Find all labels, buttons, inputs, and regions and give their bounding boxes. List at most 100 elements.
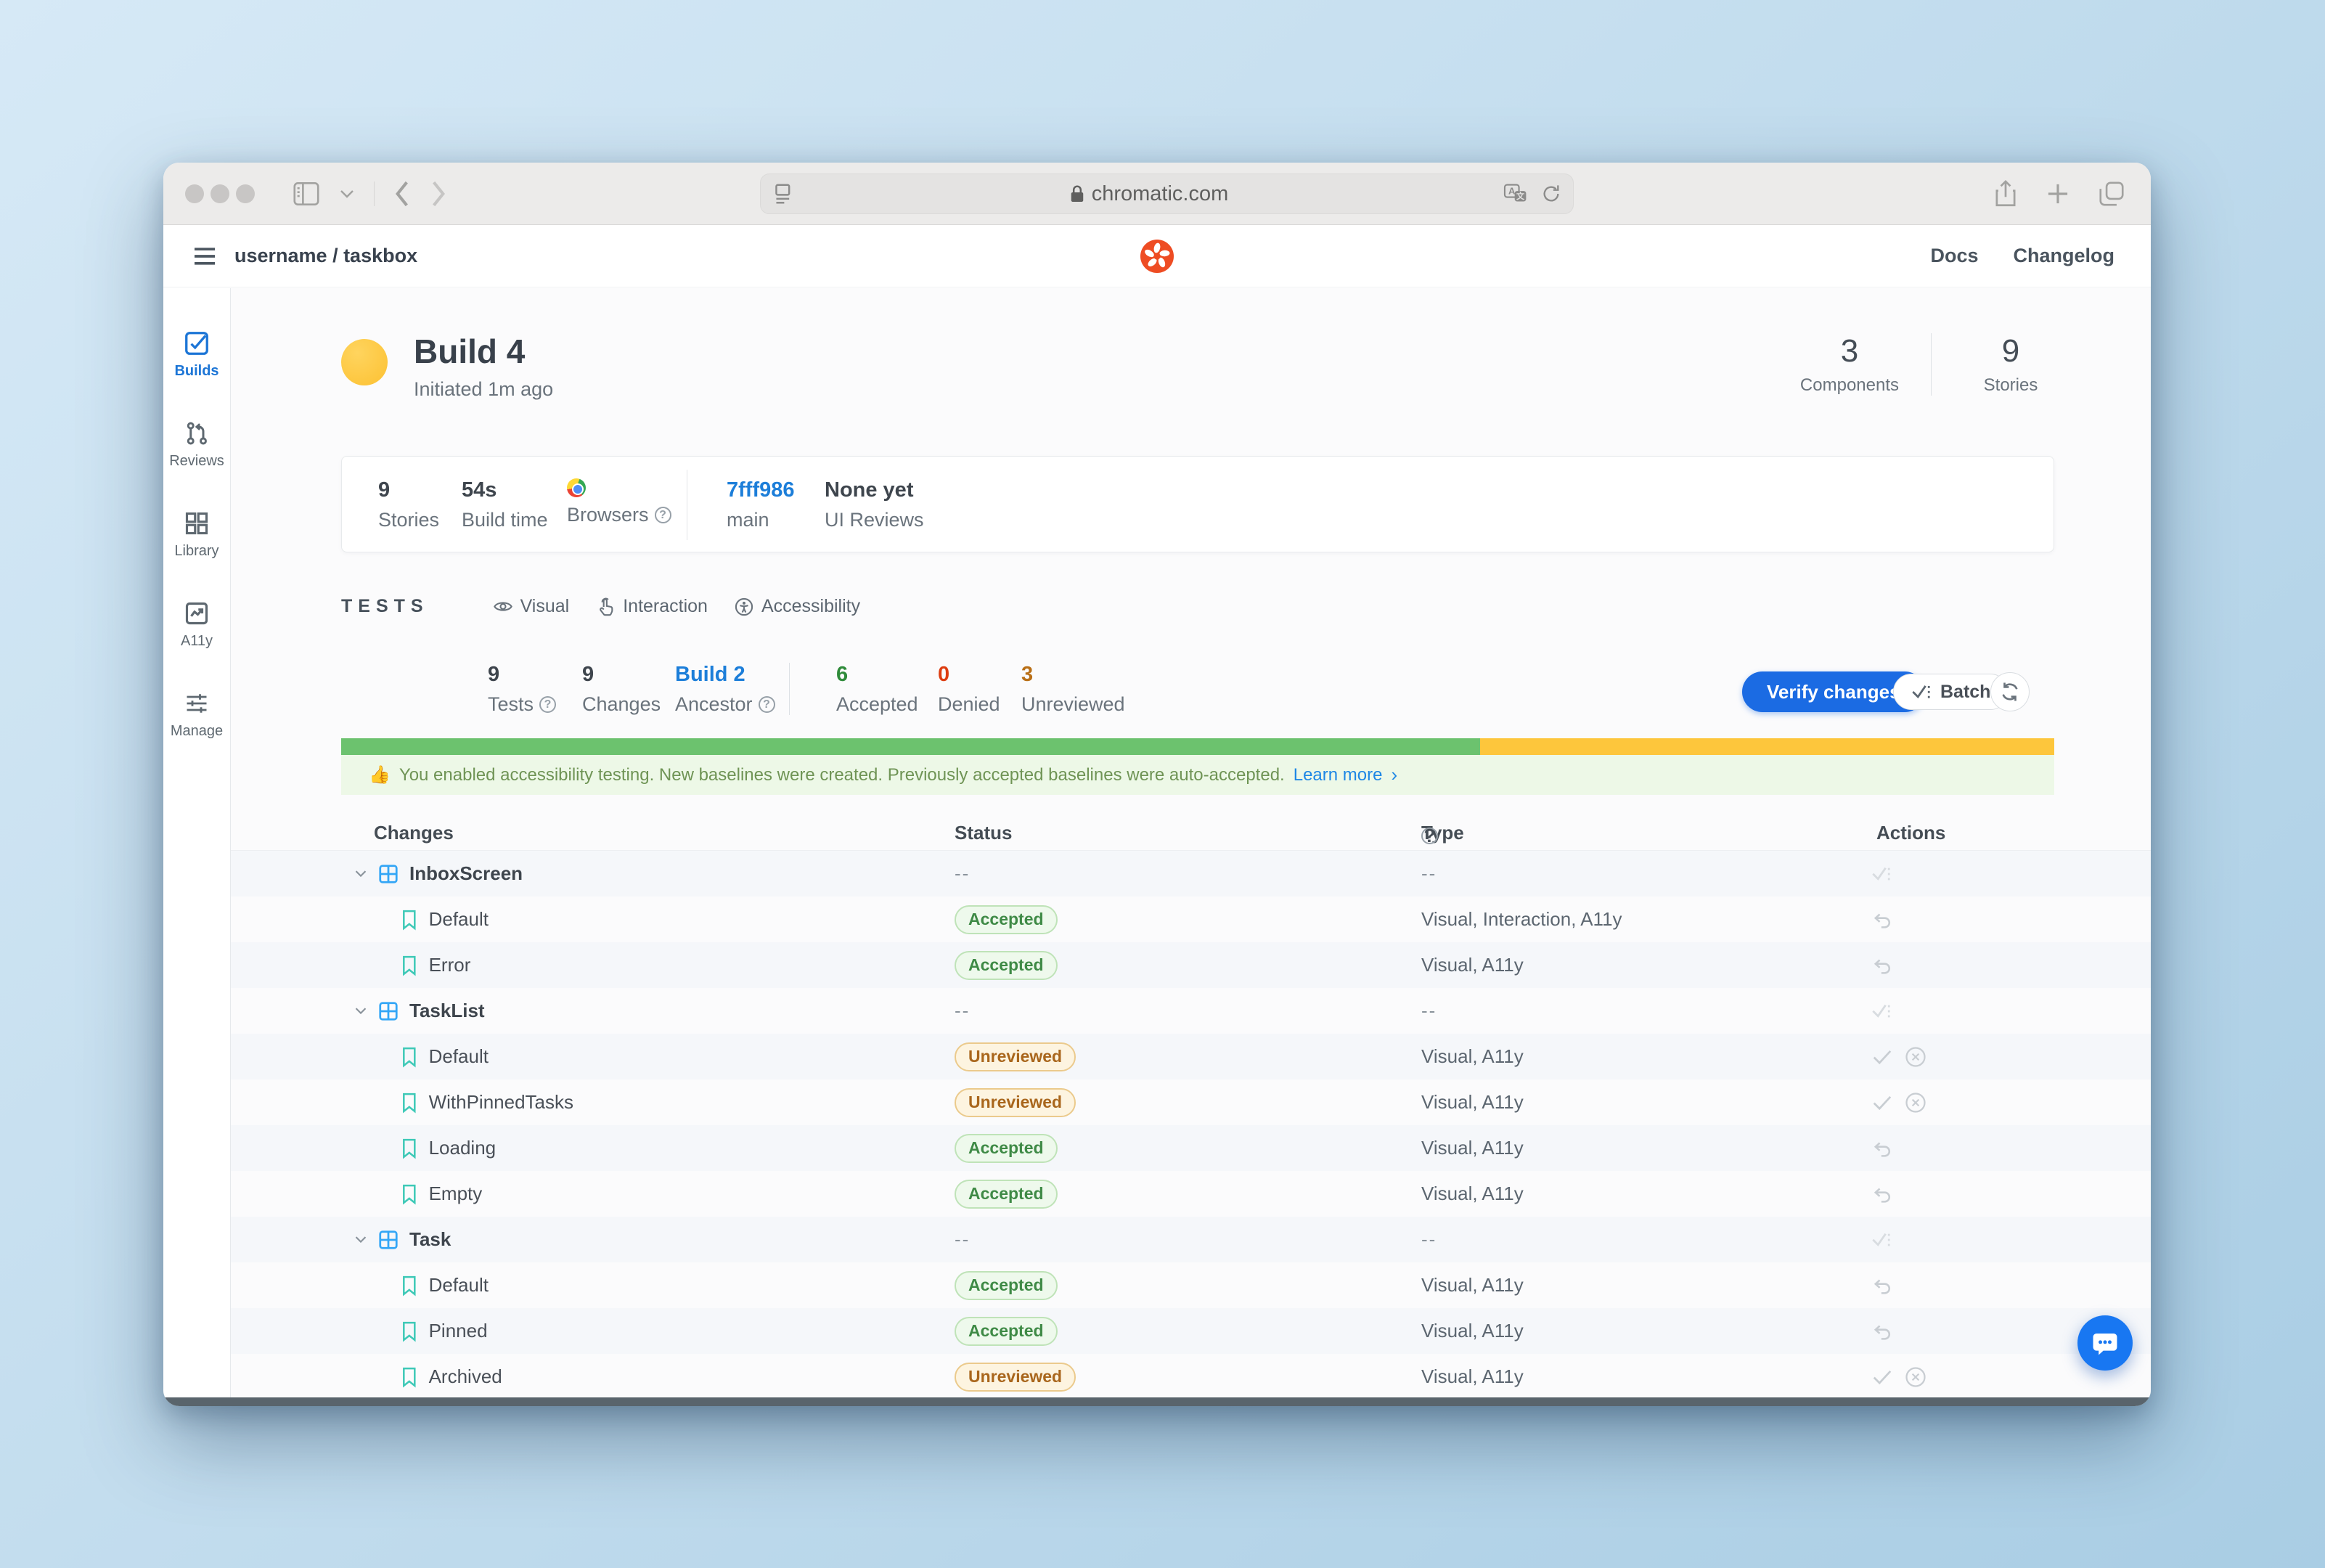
filter-visual[interactable]: Visual	[493, 596, 570, 617]
deny-icon[interactable]	[1905, 1366, 1926, 1388]
chevron-down-icon[interactable]	[354, 870, 367, 878]
help-icon[interactable]: ?	[539, 696, 556, 713]
share-icon[interactable]	[1994, 179, 2017, 208]
row-actions	[1871, 1125, 1893, 1171]
refresh-button[interactable]	[1990, 672, 2030, 711]
story-row[interactable]: LoadingAcceptedVisual, A11y	[231, 1125, 2151, 1171]
banner-text: You enabled accessibility testing. New b…	[399, 765, 1285, 785]
tests-heading: TESTS	[341, 596, 429, 617]
traffic-lights	[185, 184, 255, 203]
accept-icon[interactable]	[1871, 1048, 1893, 1066]
accept-icon[interactable]	[1871, 1368, 1893, 1386]
batch-accept-icon[interactable]	[1871, 865, 1893, 883]
summary-stat-main[interactable]: 7fff986main	[727, 478, 795, 531]
undo-icon[interactable]	[1871, 1323, 1893, 1340]
accept-icon[interactable]	[1871, 1094, 1893, 1111]
chromatic-logo[interactable]	[1140, 240, 1174, 273]
status-badge: Accepted	[955, 1317, 1058, 1346]
chrome-icon	[567, 478, 586, 497]
batch-accept-icon[interactable]	[1871, 1002, 1893, 1021]
filter-accessibility[interactable]: Accessibility	[734, 596, 860, 617]
component-row[interactable]: TaskList----	[231, 988, 2151, 1034]
changelog-link[interactable]: Changelog	[2014, 245, 2115, 267]
breadcrumb[interactable]: username / taskbox	[234, 245, 417, 267]
story-row[interactable]: WithPinnedTasksUnreviewedVisual, A11y	[231, 1079, 2151, 1125]
story-row[interactable]: DefaultAcceptedVisual, Interaction, A11y	[231, 897, 2151, 942]
status-empty: --	[955, 862, 970, 885]
learn-more-link[interactable]: Learn more	[1294, 765, 1383, 785]
sidebar-toggle-icon[interactable]	[293, 181, 320, 206]
test-stat-ancestor[interactable]: Build 2Ancestor?	[675, 663, 775, 716]
progress-accepted	[341, 738, 1480, 755]
browser-toolbar: chromatic.com A文	[163, 163, 2151, 225]
help-icon[interactable]: ?	[655, 507, 671, 523]
story-row[interactable]: ArchivedUnreviewedVisual, A11y	[231, 1354, 2151, 1400]
undo-icon[interactable]	[1871, 1140, 1893, 1157]
deny-icon[interactable]	[1905, 1046, 1926, 1068]
sidebar-item-manage[interactable]: Manage	[171, 690, 223, 740]
type-text: Visual, A11y	[1421, 1183, 1524, 1205]
type-text: Visual, A11y	[1421, 1137, 1524, 1159]
minimize-button[interactable]	[211, 184, 229, 203]
story-row[interactable]: ErrorAcceptedVisual, A11y	[231, 942, 2151, 988]
story-row[interactable]: EmptyAcceptedVisual, A11y	[231, 1171, 2151, 1217]
story-row[interactable]: PinnedAcceptedVisual, A11y	[231, 1308, 2151, 1354]
menu-icon[interactable]	[192, 246, 217, 266]
translate-icon[interactable]: A文	[1503, 183, 1528, 205]
close-button[interactable]	[185, 184, 204, 203]
bookmark-icon	[401, 1275, 417, 1297]
thumbs-up-emoji: 👍	[369, 764, 391, 785]
undo-icon[interactable]	[1871, 1277, 1893, 1294]
help-icon[interactable]: ?	[759, 696, 775, 713]
story-row[interactable]: DefaultAcceptedVisual, A11y	[231, 1262, 2151, 1308]
sidebar-item-builds[interactable]: Builds	[174, 330, 218, 380]
status-badge: Accepted	[955, 905, 1058, 934]
row-actions	[1871, 988, 1893, 1034]
test-stat-accepted: 6Accepted	[836, 663, 918, 716]
component-row[interactable]: InboxScreen----	[231, 851, 2151, 897]
window-bottom-edge	[163, 1397, 2151, 1406]
bookmark-icon	[401, 909, 417, 931]
chat-button[interactable]	[2077, 1315, 2133, 1371]
forward-icon[interactable]	[430, 180, 447, 208]
address-bar[interactable]: chromatic.com A文	[760, 173, 1574, 214]
chevron-down-icon[interactable]	[354, 1007, 367, 1015]
undo-icon[interactable]	[1871, 1185, 1893, 1203]
sidebar-item-a11y[interactable]: A11y	[181, 600, 213, 650]
batch-accept-icon[interactable]	[1871, 1230, 1893, 1249]
bookmark-icon	[401, 955, 417, 976]
chevron-down-icon[interactable]	[339, 189, 355, 199]
back-icon[interactable]	[393, 180, 411, 208]
tab-overview-icon[interactable]	[2099, 181, 2125, 207]
story-name: Default	[429, 1045, 489, 1068]
zoom-button[interactable]	[236, 184, 255, 203]
bookmark-icon	[401, 1046, 417, 1068]
accessibility-icon	[734, 597, 754, 617]
table-header: ChangesStatusType?Actions	[231, 816, 2151, 851]
sidebar-item-reviews[interactable]: Reviews	[169, 420, 224, 470]
build-title: Build 4	[414, 332, 525, 371]
story-row[interactable]: DefaultUnreviewedVisual, A11y	[231, 1034, 2151, 1079]
sliders-icon	[184, 690, 210, 716]
new-tab-icon[interactable]	[2046, 182, 2069, 205]
status-badge: Unreviewed	[955, 1042, 1076, 1071]
deny-icon[interactable]	[1905, 1092, 1926, 1114]
row-actions	[1871, 942, 1893, 988]
docs-link[interactable]: Docs	[1930, 245, 1978, 267]
sidebar-item-label: A11y	[181, 633, 213, 650]
help-icon[interactable]: ?	[1421, 828, 1438, 844]
filter-interaction[interactable]: Interaction	[595, 596, 708, 617]
undo-icon[interactable]	[1871, 911, 1893, 928]
type-text: Visual, A11y	[1421, 1274, 1524, 1297]
column-header-changes: Changes	[374, 822, 454, 844]
undo-icon[interactable]	[1871, 957, 1893, 974]
toolbar-divider	[374, 181, 375, 206]
reader-icon[interactable]	[772, 181, 794, 206]
chevron-down-icon[interactable]	[354, 1236, 367, 1244]
sidebar-item-library[interactable]: Library	[174, 510, 218, 560]
story-name: Empty	[429, 1183, 483, 1205]
component-row[interactable]: Task----	[231, 1217, 2151, 1262]
summary-stat-ui-reviews: None yetUI Reviews	[825, 478, 924, 531]
reload-icon[interactable]	[1541, 183, 1561, 205]
story-name: Loading	[429, 1137, 497, 1159]
